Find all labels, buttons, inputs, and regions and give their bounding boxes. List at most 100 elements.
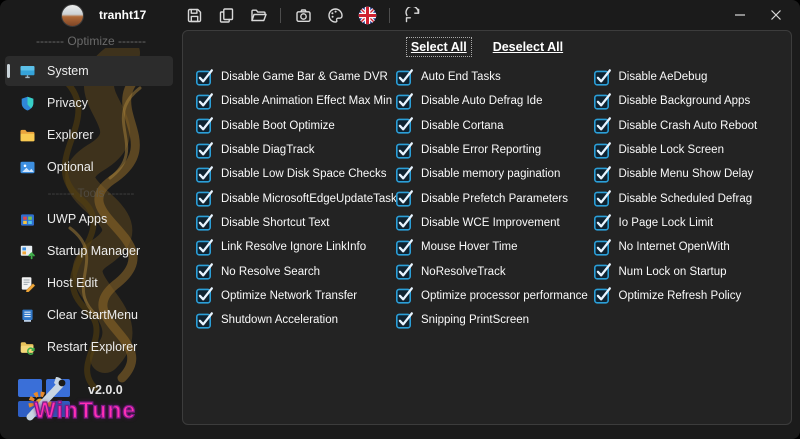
checkbox-label: Num Lock on Startup [618, 265, 727, 278]
checkbox-item[interactable]: Disable AeDebug [593, 65, 792, 89]
version-label: v2.0.0 [88, 383, 123, 397]
checkbox-item[interactable]: Shutdown Acceleration [196, 308, 396, 332]
sidebar-item-privacy[interactable]: Privacy [5, 88, 173, 118]
sidebar-item-system[interactable]: System [5, 56, 173, 86]
screenshot-button[interactable] [291, 3, 315, 27]
checkbox-item[interactable]: Io Page Lock Limit [593, 211, 792, 235]
checkbox-item[interactable]: Disable Lock Screen [593, 138, 792, 162]
checkbox-item[interactable]: Mouse Hover Time [396, 235, 594, 259]
checkbox-item[interactable]: Disable Crash Auto Reboot [593, 114, 792, 138]
checkbox-item[interactable]: Auto End Tasks [396, 65, 594, 89]
checkbox-label: Optimize processor performance [421, 289, 588, 302]
sidebar-item-optional[interactable]: Optional [5, 152, 173, 182]
panel-header: Select All Deselect All [183, 37, 791, 57]
checkbox-item[interactable]: Disable Error Reporting [396, 138, 594, 162]
startup-window-icon [20, 245, 35, 259]
main-panel: Select All Deselect All Disable Game Bar… [182, 30, 792, 425]
checkbox-item[interactable]: Disable MicrosoftEdgeUpdateTask [196, 186, 397, 210]
close-button[interactable] [758, 0, 794, 30]
checkbox-item[interactable]: Disable Background Apps [593, 89, 792, 113]
checkbox-item[interactable]: Optimize Refresh Policy [593, 284, 792, 308]
checkbox-item[interactable]: Disable Animation Effect Max Min [196, 89, 396, 113]
checkbox-checked-icon [196, 93, 213, 110]
store-box-icon [21, 213, 34, 226]
refresh-button[interactable] [400, 3, 424, 27]
deselect-all-link[interactable]: Deselect All [489, 38, 567, 56]
minimize-button[interactable] [722, 0, 758, 30]
checkbox-label: Disable Scheduled Defrag [618, 192, 753, 205]
sidebar-item-label: Startup Manager [47, 244, 141, 258]
checkbox-item[interactable]: Disable DiagTrack [196, 138, 396, 162]
section-tools-label: ------- Tools ------- [47, 188, 135, 200]
checkbox-checked-icon [593, 190, 611, 207]
sidebar-item-startup-manager[interactable]: Startup Manager [5, 236, 173, 266]
titlebar: tranht17 [0, 0, 800, 30]
checkbox-item[interactable]: Disable Prefetch Parameters [396, 186, 594, 210]
sidebar-item-explorer[interactable]: Explorer [5, 120, 173, 150]
checkbox-item[interactable]: Disable Low Disk Space Checks [196, 162, 396, 186]
checkbox-label: No Internet OpenWith [618, 241, 730, 254]
uk-flag-icon [358, 6, 376, 24]
checkbox-item[interactable]: Link Resolve Ignore LinkInfo [196, 235, 396, 259]
user-avatar[interactable] [61, 4, 84, 27]
checkbox-item[interactable]: Disable Game Bar & Game DVR [196, 65, 396, 89]
checkbox-checked-icon [396, 311, 413, 329]
checkbox-checked-icon [593, 93, 611, 110]
checkbox-item[interactable]: No Resolve Search [196, 259, 396, 283]
tweaks-column-3: Disable AeDebug Disable Background Apps … [593, 65, 792, 332]
checkbox-item[interactable]: Disable Cortana [396, 114, 594, 138]
checkbox-checked-icon [196, 141, 213, 159]
section-optimize-label: ------- Optimize ------- [36, 34, 146, 48]
checkbox-label: Disable Prefetch Parameters [421, 192, 569, 205]
checkbox-item[interactable]: Snipping PrintScreen [396, 308, 594, 332]
edit-document-icon [21, 276, 36, 292]
checkbox-checked-icon [593, 117, 611, 134]
checkbox-label: Disable DiagTrack [221, 144, 315, 157]
checkbox-item[interactable]: Optimize Network Transfer [196, 284, 396, 308]
checkbox-label: Optimize Network Transfer [221, 289, 358, 302]
sidebar-item-restart-explorer[interactable]: Restart Explorer [5, 332, 173, 362]
checkbox-label: Disable memory pagination [421, 168, 561, 181]
sidebar-item-label: UWP Apps [47, 212, 108, 226]
save-button[interactable] [182, 3, 206, 27]
start-menu-icon [22, 309, 33, 322]
checkbox-item[interactable]: Disable Scheduled Defrag [593, 186, 792, 210]
checkbox-item[interactable]: Disable Auto Defrag Ide [396, 89, 594, 113]
copy-button[interactable] [214, 3, 238, 27]
checkbox-checked-icon [196, 68, 213, 86]
sidebar-item-label: Explorer [47, 128, 94, 142]
checkbox-label: Disable Crash Auto Reboot [618, 119, 758, 132]
sidebar-item-uwp-apps[interactable]: UWP Apps [5, 204, 173, 234]
checkbox-label: Disable MicrosoftEdgeUpdateTask [221, 192, 397, 205]
palette-icon [327, 7, 343, 23]
checkbox-item[interactable]: No Internet OpenWith [593, 235, 792, 259]
checkbox-item[interactable]: Disable memory pagination [396, 162, 594, 186]
open-folder-button[interactable] [246, 3, 270, 27]
checkbox-label: Disable Game Bar & Game DVR [221, 71, 388, 84]
refresh-icon [404, 6, 419, 22]
open-folder-icon [250, 9, 267, 21]
theme-button[interactable] [323, 3, 347, 27]
sidebar-nav: System Privacy Explorer Optional -------… [0, 56, 182, 362]
checkbox-checked-icon [593, 263, 611, 280]
sidebar-item-host-edit[interactable]: Host Edit [5, 268, 173, 298]
checkbox-item[interactable]: Disable Menu Show Delay [593, 162, 792, 186]
checkbox-item[interactable]: Disable Shortcut Text [196, 211, 396, 235]
checkbox-checked-icon [396, 68, 413, 86]
select-all-link[interactable]: Select All [405, 37, 472, 57]
checkbox-item[interactable]: Num Lock on Startup [593, 259, 792, 283]
checkbox-label: Disable AeDebug [618, 71, 708, 84]
checkbox-checked-icon [196, 214, 213, 232]
checkbox-label: Disable Error Reporting [421, 144, 542, 157]
checkbox-label: Disable Shortcut Text [221, 216, 330, 229]
checkbox-checked-icon [196, 117, 213, 134]
language-button[interactable] [355, 3, 379, 27]
checkbox-item[interactable]: NoResolveTrack [396, 259, 594, 283]
sidebar-item-clear-startmenu[interactable]: Clear StartMenu [5, 300, 173, 330]
checkbox-item[interactable]: Disable Boot Optimize [196, 114, 396, 138]
sidebar-item-label: System [47, 64, 89, 78]
checkbox-item[interactable]: Disable WCE Improvement [396, 211, 594, 235]
checkbox-item[interactable]: Optimize processor performance [396, 284, 594, 308]
checkbox-label: Snipping PrintScreen [421, 314, 530, 327]
brand-name: WinTune [33, 396, 137, 423]
